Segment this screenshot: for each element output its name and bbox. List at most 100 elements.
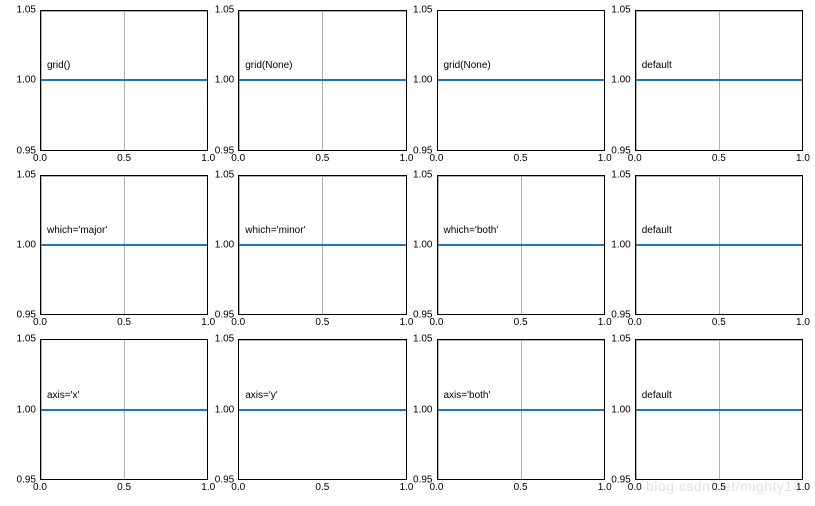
- subplot: 1.05 1.00 0.95 which='major' 0.0 0.5 1.0: [12, 175, 208, 332]
- data-line: [239, 409, 405, 411]
- x-axis-ticks: 0.0 0.5 1.0: [635, 315, 803, 331]
- annotation-text: axis='x': [47, 390, 79, 401]
- subplot: 1.05 1.00 0.95 default 0.0 0.5 1.0: [607, 10, 803, 167]
- subplot: 1.05 1.00 0.95 default 0.0 0.5 1.0: [607, 339, 803, 496]
- annotation-text: axis='both': [444, 390, 491, 401]
- y-axis-ticks: 1.05 1.00 0.95: [210, 10, 238, 151]
- plot-area: grid(None): [437, 10, 605, 151]
- x-tick-label: 0.5: [117, 482, 131, 493]
- x-tick-label: 0.5: [315, 482, 329, 493]
- data-line: [636, 409, 802, 411]
- y-tick-label: 1.00: [611, 75, 630, 86]
- x-tick-label: 0.5: [514, 317, 528, 328]
- y-tick-label: 1.05: [215, 169, 234, 180]
- annotation-text: grid(): [47, 61, 70, 72]
- y-axis-ticks: 1.05 1.00 0.95: [210, 339, 238, 480]
- y-tick-label: 1.05: [611, 5, 630, 16]
- x-axis-ticks: 0.0 0.5 1.0: [437, 151, 605, 167]
- data-line: [41, 409, 207, 411]
- y-tick-label: 1.00: [215, 239, 234, 250]
- y-tick-label: 1.05: [215, 5, 234, 16]
- y-tick-label: 1.05: [413, 5, 432, 16]
- figure-grid: 1.05 1.00 0.95 grid() 0.0 0.5 1.0 1.05 1…: [12, 10, 803, 496]
- x-tick-label: 0.0: [33, 153, 47, 164]
- x-axis-ticks: 0.0 0.5 1.0: [40, 151, 208, 167]
- x-axis-ticks: 0.0 0.5 1.0: [40, 315, 208, 331]
- y-tick-label: 1.05: [413, 169, 432, 180]
- subplot: 1.05 1.00 0.95 axis='x' 0.0 0.5 1.0: [12, 339, 208, 496]
- data-line: [636, 79, 802, 81]
- y-axis-ticks: 1.05 1.00 0.95: [409, 175, 437, 316]
- x-tick-label: 0.0: [231, 482, 245, 493]
- y-tick-label: 1.05: [17, 334, 36, 345]
- data-line: [636, 244, 802, 246]
- gridline-vertical: [802, 340, 803, 479]
- x-tick-label: 1.0: [796, 317, 810, 328]
- data-line: [239, 79, 405, 81]
- y-axis-ticks: 1.05 1.00 0.95: [409, 339, 437, 480]
- subplot: 1.05 1.00 0.95 axis='y' 0.0 0.5 1.0: [210, 339, 406, 496]
- x-tick-label: 0.5: [117, 153, 131, 164]
- x-axis-ticks: 0.0 0.5 1.0: [437, 315, 605, 331]
- x-tick-label: 0.0: [430, 482, 444, 493]
- subplot: 1.05 1.00 0.95 which='both' 0.0 0.5 1.0: [409, 175, 605, 332]
- subplot: 1.05 1.00 0.95 which='minor' 0.0 0.5 1.0: [210, 175, 406, 332]
- plot-area: which='minor': [238, 175, 406, 316]
- y-tick-label: 1.00: [17, 404, 36, 415]
- y-tick-label: 1.05: [17, 5, 36, 16]
- plot-area: default: [635, 339, 803, 480]
- y-tick-label: 1.00: [413, 404, 432, 415]
- y-tick-label: 1.05: [215, 334, 234, 345]
- subplot: 1.05 1.00 0.95 axis='both' 0.0 0.5 1.0: [409, 339, 605, 496]
- gridline-vertical: [802, 11, 803, 150]
- plot-area: default: [635, 175, 803, 316]
- plot-area: which='both': [437, 175, 605, 316]
- x-tick-label: 1.0: [796, 153, 810, 164]
- x-axis-ticks: 0.0 0.5 1.0: [635, 480, 803, 496]
- data-line: [239, 244, 405, 246]
- data-line: [41, 244, 207, 246]
- gridline-vertical: [406, 11, 407, 150]
- x-tick-label: 0.5: [117, 317, 131, 328]
- y-tick-label: 1.00: [413, 75, 432, 86]
- data-line: [41, 79, 207, 81]
- gridline-horizontal: [239, 340, 405, 341]
- data-line: [438, 79, 604, 81]
- subplot: 1.05 1.00 0.95 grid(None) 0.0 0.5 1.0: [409, 10, 605, 167]
- annotation-text: default: [642, 61, 672, 72]
- annotation-text: default: [642, 225, 672, 236]
- y-tick-label: 1.05: [611, 334, 630, 345]
- x-tick-label: 0.0: [231, 153, 245, 164]
- x-tick-label: 0.5: [315, 153, 329, 164]
- x-axis-ticks: 0.0 0.5 1.0: [238, 480, 406, 496]
- x-axis-ticks: 0.0 0.5 1.0: [437, 480, 605, 496]
- y-tick-label: 1.00: [611, 239, 630, 250]
- plot-area: axis='x': [40, 339, 208, 480]
- x-axis-ticks: 0.0 0.5 1.0: [635, 151, 803, 167]
- annotation-text: grid(None): [245, 61, 292, 72]
- data-line: [438, 244, 604, 246]
- x-axis-ticks: 0.0 0.5 1.0: [238, 315, 406, 331]
- y-tick-label: 1.00: [413, 239, 432, 250]
- subplot: 1.05 1.00 0.95 default 0.0 0.5 1.0: [607, 175, 803, 332]
- annotation-text: default: [642, 390, 672, 401]
- plot-area: axis='both': [437, 339, 605, 480]
- y-tick-label: 1.00: [215, 75, 234, 86]
- x-tick-label: 0.0: [628, 482, 642, 493]
- plot-area: axis='y': [238, 339, 406, 480]
- y-tick-label: 1.05: [413, 334, 432, 345]
- x-tick-label: 0.5: [712, 153, 726, 164]
- y-tick-label: 1.00: [611, 404, 630, 415]
- y-axis-ticks: 1.05 1.00 0.95: [409, 10, 437, 151]
- gridline-vertical: [406, 176, 407, 315]
- x-tick-label: 0.0: [628, 153, 642, 164]
- x-tick-label: 0.5: [514, 482, 528, 493]
- x-tick-label: 0.5: [514, 153, 528, 164]
- annotation-text: which='both': [444, 225, 499, 236]
- annotation-text: axis='y': [245, 390, 277, 401]
- x-tick-label: 0.0: [33, 482, 47, 493]
- gridline-vertical: [207, 176, 208, 315]
- y-tick-label: 1.00: [17, 75, 36, 86]
- x-tick-label: 0.0: [628, 317, 642, 328]
- subplot: 1.05 1.00 0.95 grid() 0.0 0.5 1.0: [12, 10, 208, 167]
